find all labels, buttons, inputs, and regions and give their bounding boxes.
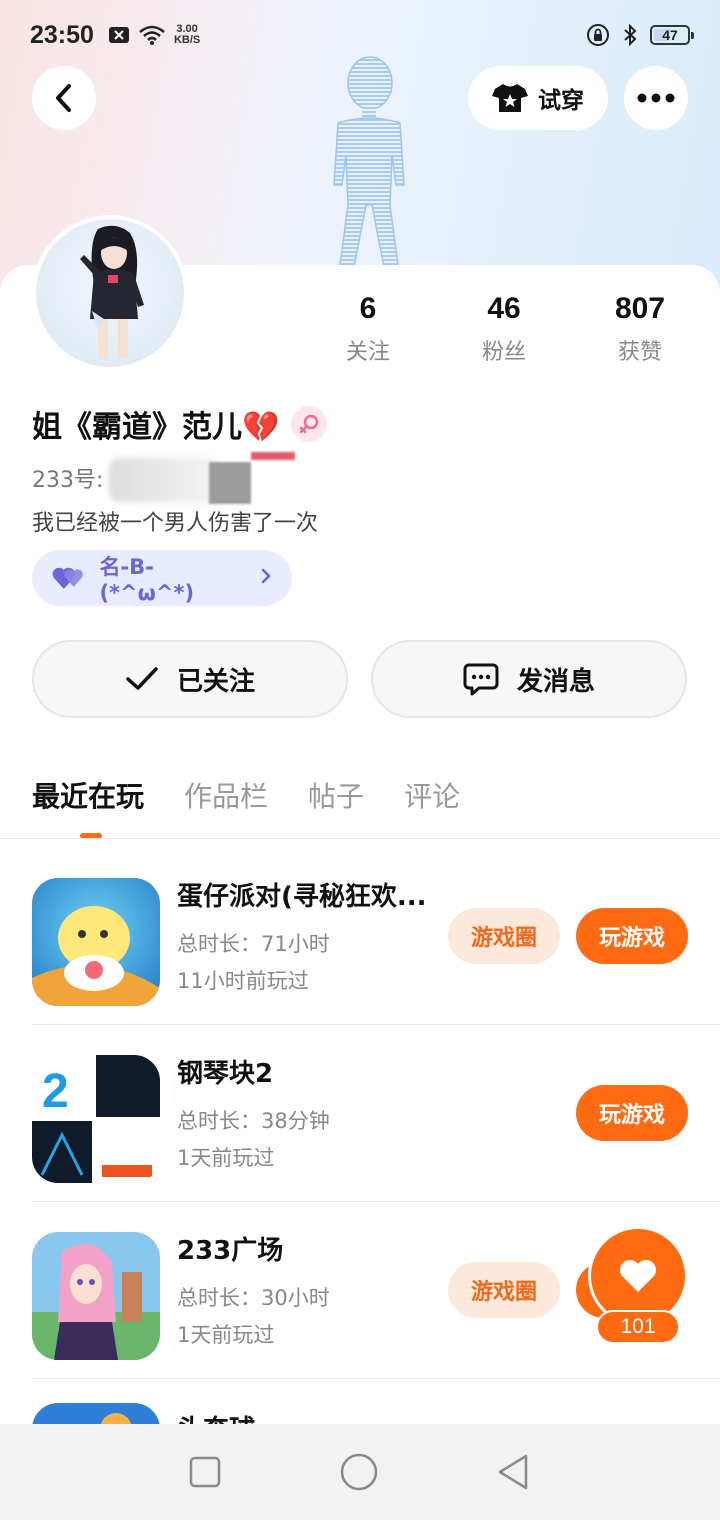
network-speed-unit: KB/S <box>173 34 201 46</box>
back-button[interactable] <box>32 66 96 130</box>
user-id-row: 233号: <box>32 452 299 504</box>
game-total-duration: 总时长：30小时 <box>177 1286 330 1310</box>
network-speed: 3.00 KB/S <box>174 24 200 46</box>
send-message-label: 发消息 <box>516 666 595 697</box>
chevron-right-icon <box>260 566 272 591</box>
profile-stats: 6 关注 46 粉丝 807 获赞 <box>300 292 710 366</box>
more-options-button[interactable] <box>624 66 688 130</box>
tab-works[interactable]: 作品栏 <box>184 775 268 815</box>
chat-bubble-icon <box>463 663 499 696</box>
rotation-lock-icon <box>587 24 609 46</box>
try-on-button[interactable]: 试穿 <box>468 66 608 130</box>
more-dots-icon <box>637 93 675 103</box>
game-title: 233广场 <box>177 1236 284 1266</box>
game-last-played: 11小时前玩过 <box>177 969 309 993</box>
status-bar: 23:50 3.00 KB/S 47 <box>0 0 720 70</box>
tab-comments[interactable]: 评论 <box>404 775 460 815</box>
game-icon-piano-tiles-2[interactable]: 2 <box>32 1055 160 1183</box>
avatar-character-image <box>80 225 144 359</box>
wifi-icon <box>139 25 165 45</box>
try-on-label: 试穿 <box>538 88 584 114</box>
heart-pair-icon <box>52 567 83 589</box>
game-title: 头奔球 <box>177 1409 437 1424</box>
followed-label: 已关注 <box>176 666 255 697</box>
game-list-item[interactable]: 头奔球 <box>0 1379 720 1424</box>
play-game-button[interactable]: 玩游戏 <box>576 1085 688 1141</box>
game-last-played: 1天前玩过 <box>177 1323 275 1347</box>
following-stat[interactable]: 6 关注 <box>300 292 436 366</box>
game-title: 蛋仔派对(寻秘狂欢... <box>177 882 427 912</box>
following-count: 6 <box>359 292 377 325</box>
game-list-item[interactable]: 2 钢琴块2 总时长：38分钟 1天前玩过 玩游戏 <box>0 1025 720 1202</box>
followers-label: 粉丝 <box>481 340 526 365</box>
game-circle-button[interactable]: 游戏圈 <box>448 908 560 964</box>
system-navigation-bar <box>0 1424 720 1520</box>
game-circle-button[interactable]: 游戏圈 <box>448 1262 560 1318</box>
game-last-played: 1天前玩过 <box>177 1146 275 1170</box>
nickname: 姐《霸道》范儿💔 <box>32 410 280 445</box>
bluetooth-icon <box>624 23 637 47</box>
user-id-label: 233号: <box>32 468 104 493</box>
chevron-left-icon <box>56 84 71 112</box>
heart-icon <box>620 1260 656 1292</box>
relationship-tag[interactable]: 名-B-(*^ω^*) <box>32 550 292 606</box>
recents-square-icon[interactable] <box>188 1455 222 1489</box>
game-total-duration: 总时长：71小时 <box>177 932 330 956</box>
game-icon-233-plaza[interactable] <box>32 1232 160 1360</box>
home-circle-icon[interactable] <box>339 1452 379 1492</box>
user-id-redacted <box>109 452 299 504</box>
battery-icon: 47 <box>650 25 694 45</box>
following-label: 关注 <box>345 340 390 365</box>
nickname-row: 姐《霸道》范儿💔 <box>32 402 328 446</box>
profile-tabs: 最近在玩 作品栏 帖子 评论 <box>32 775 460 815</box>
avatar-hologram-figure <box>333 56 405 268</box>
game-list-item[interactable]: 蛋仔派对(寻秘狂欢... 总时长：71小时 11小时前玩过 游戏圈 玩游戏 <box>0 848 720 1025</box>
svg-text:2: 2 <box>42 1065 69 1118</box>
battery-level: 47 <box>662 27 678 43</box>
followers-count: 46 <box>487 292 521 325</box>
checkmark-icon <box>126 667 158 690</box>
game-total-duration: 总时长：38分钟 <box>177 1109 330 1133</box>
send-message-button[interactable]: 发消息 <box>371 640 687 718</box>
user-bio: 我已经被一个男人伤害了一次 <box>32 511 319 536</box>
likes-stat[interactable]: 807 获赞 <box>572 292 708 366</box>
game-icon-eggy-party[interactable] <box>32 878 160 1006</box>
game-icon-partial[interactable] <box>32 1403 160 1424</box>
play-game-button[interactable]: 玩游戏 <box>576 908 688 964</box>
notification-x-icon <box>108 27 129 43</box>
floating-like-button[interactable]: 101 <box>588 1226 688 1346</box>
user-avatar[interactable] <box>32 215 188 371</box>
likes-label: 获赞 <box>617 340 662 365</box>
followed-button[interactable]: 已关注 <box>32 640 348 718</box>
tab-recently-played[interactable]: 最近在玩 <box>32 775 144 815</box>
like-count: 101 <box>596 1310 680 1344</box>
tab-posts[interactable]: 帖子 <box>308 775 364 815</box>
female-gender-icon <box>291 406 328 442</box>
back-triangle-icon[interactable] <box>496 1453 532 1491</box>
tshirt-icon <box>492 84 528 112</box>
relationship-tag-text: 名-B-(*^ω^*) <box>99 555 195 605</box>
tabs-divider <box>0 838 720 839</box>
likes-count: 807 <box>614 292 666 325</box>
game-title: 钢琴块2 <box>177 1059 274 1089</box>
followers-stat[interactable]: 46 粉丝 <box>436 292 572 366</box>
status-time: 23:50 <box>30 20 94 49</box>
